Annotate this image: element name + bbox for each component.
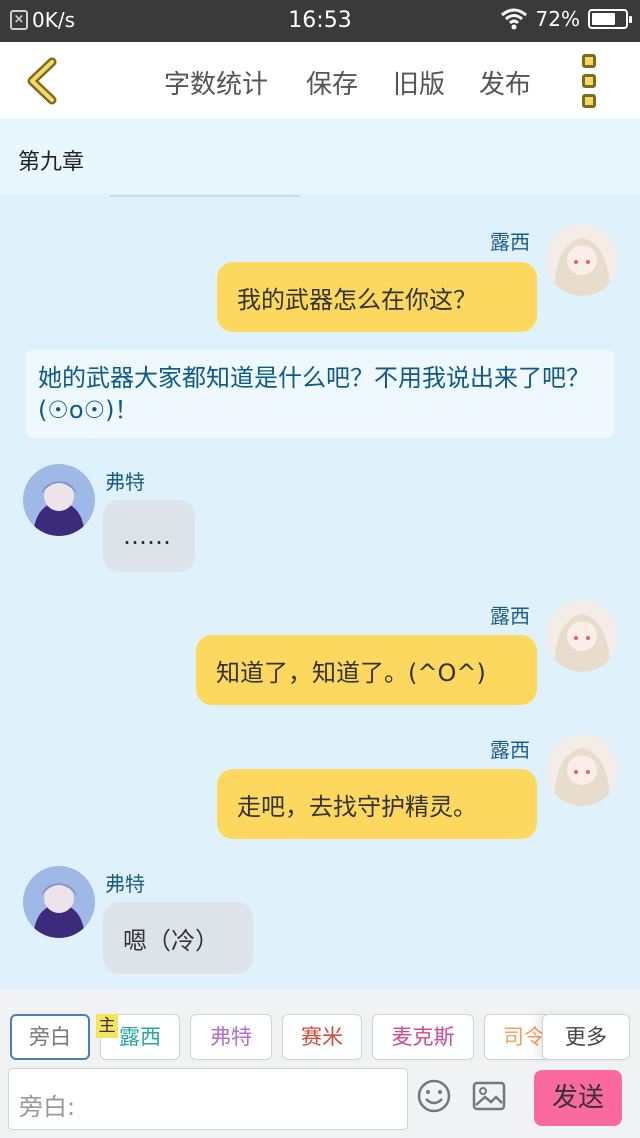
avatar-fute[interactable] (23, 464, 95, 536)
top-nav: 字数统计 保存 旧版 发布 (0, 42, 640, 118)
image-button[interactable] (471, 1078, 507, 1114)
character-chip[interactable]: 麦克斯 (372, 1014, 474, 1060)
menu-dot-icon (582, 94, 596, 108)
message-bubble[interactable]: 走吧，去找守护精灵。 (217, 769, 537, 839)
menu-dot-icon (582, 74, 596, 88)
speaker-name: 弗特 (105, 872, 145, 896)
status-bar: × 0K/s 16:53 72% (0, 0, 640, 42)
speaker-name: 露西 (490, 738, 530, 762)
avatar-fute[interactable] (23, 866, 95, 938)
character-chip[interactable]: 赛米 (282, 1014, 362, 1060)
save-button[interactable]: 保存 (306, 64, 358, 101)
chapter-header[interactable]: 第九章 (0, 118, 640, 194)
battery-text: 72% (535, 7, 580, 31)
send-button[interactable]: 发送 (534, 1070, 622, 1126)
message-text: 走吧，去找守护精灵。 (237, 792, 477, 821)
message-bubble[interactable]: …… (103, 500, 195, 572)
character-chip[interactable]: 旁白 (10, 1014, 90, 1060)
battery-fill (592, 13, 615, 25)
message-bubble[interactable]: 嗯（冷） (103, 902, 253, 974)
character-chip[interactable]: 弗特 (190, 1014, 272, 1060)
narration-block[interactable]: 她的武器大家都知道是什么吧？不用我说出来了吧？(☉o☉)！ (26, 350, 614, 438)
avatar-lucy[interactable] (546, 224, 618, 296)
message-bubble[interactable]: 知道了，知道了。(^O^) (196, 635, 537, 705)
more-menu-button[interactable] (578, 54, 600, 108)
speaker-name: 弗特 (105, 470, 145, 494)
message-input[interactable]: 旁白: (8, 1068, 408, 1130)
message-text: 嗯（冷） (123, 926, 219, 955)
battery-icon (588, 9, 632, 29)
publish-button[interactable]: 发布 (479, 64, 531, 101)
input-placeholder: 旁白: (19, 1093, 76, 1121)
wifi-icon (500, 8, 527, 30)
status-right: 72% (500, 7, 632, 31)
divider (110, 195, 300, 197)
message-bubble[interactable]: 我的武器怎么在你这？ (217, 262, 537, 332)
narration-text: 她的武器大家都知道是什么吧？不用我说出来了吧？(☉o☉)！ (38, 364, 590, 424)
message-text: …… (123, 522, 171, 550)
chapter-title: 第九章 (18, 150, 85, 175)
emoji-button[interactable] (416, 1078, 452, 1114)
message-text: 知道了，知道了。(^O^) (216, 658, 486, 687)
message-text: 我的武器怎么在你这？ (237, 285, 477, 314)
smiley-icon (417, 1079, 451, 1113)
menu-dot-icon (582, 54, 596, 68)
more-characters-button[interactable]: 更多 (542, 1014, 630, 1060)
image-icon (472, 1081, 506, 1111)
speaker-name: 露西 (490, 230, 530, 254)
word-count-button[interactable]: 字数统计 (164, 64, 268, 101)
input-bar: 旁白: 发送 (0, 1062, 640, 1138)
chevron-left-icon (27, 57, 57, 105)
back-button[interactable] (22, 56, 66, 106)
main-character-badge: 主 (96, 1014, 118, 1038)
avatar-lucy[interactable] (546, 734, 618, 806)
old-version-button[interactable]: 旧版 (393, 64, 445, 101)
speaker-name: 露西 (490, 604, 530, 628)
avatar-lucy[interactable] (546, 600, 618, 672)
